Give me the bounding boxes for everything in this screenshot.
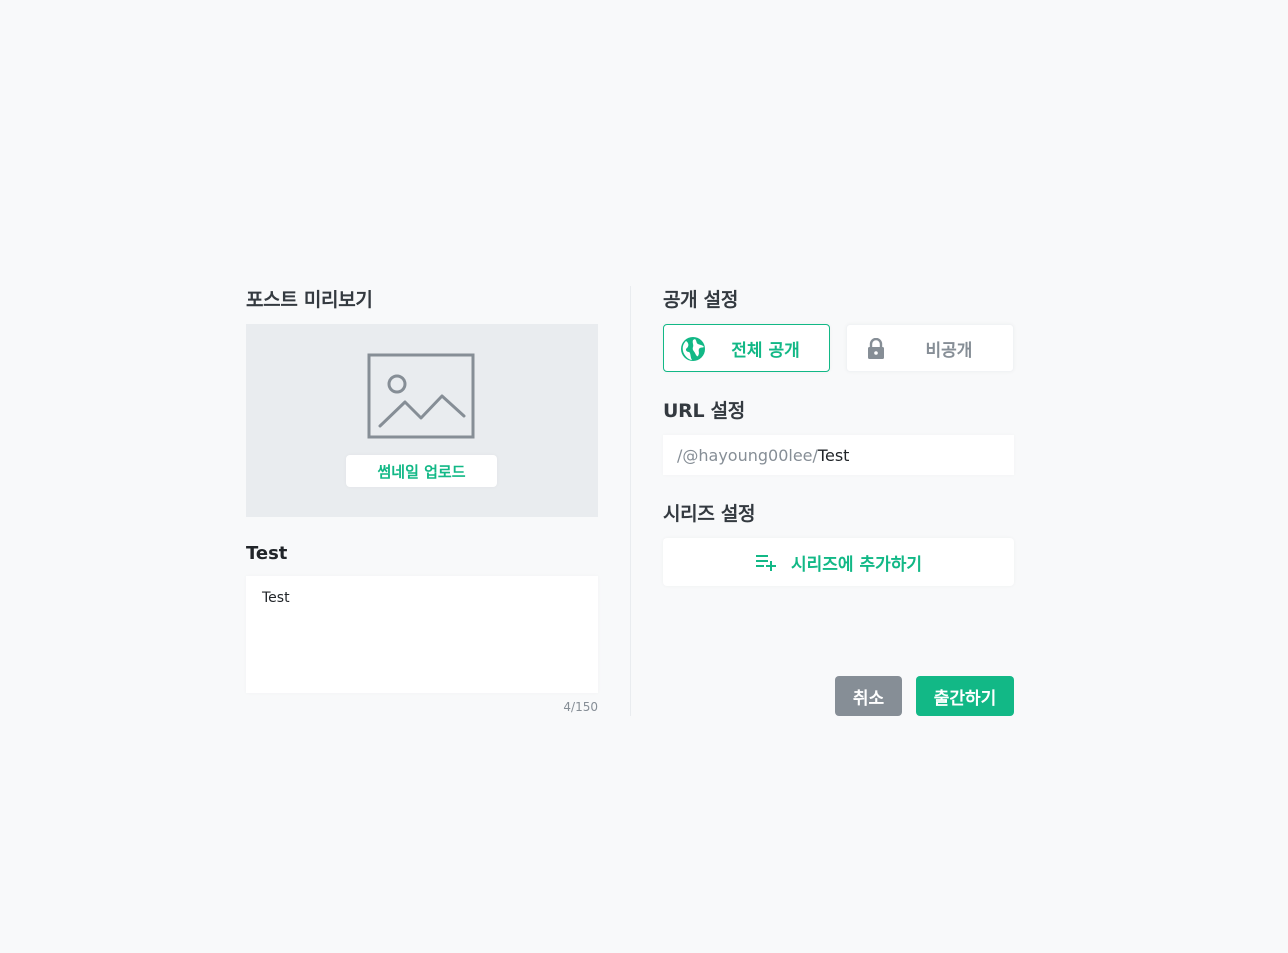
visibility-private-button[interactable]: 비공개 bbox=[846, 324, 1014, 372]
publish-button[interactable]: 출간하기 bbox=[916, 676, 1014, 716]
cancel-button[interactable]: 취소 bbox=[835, 676, 902, 716]
add-to-series-label: 시리즈에 추가하기 bbox=[790, 554, 923, 575]
thumbnail-upload-button[interactable]: 썸네일 업로드 bbox=[346, 455, 497, 487]
url-slug[interactable]: Test bbox=[818, 446, 850, 465]
globe-icon bbox=[681, 337, 705, 361]
playlist-add-icon bbox=[755, 555, 776, 571]
action-buttons: 취소 출간하기 bbox=[835, 676, 1014, 716]
add-to-series-button[interactable]: 시리즈에 추가하기 bbox=[663, 538, 1014, 586]
column-divider bbox=[630, 286, 631, 716]
visibility-public-button[interactable]: 전체 공개 bbox=[663, 324, 830, 372]
settings-section: 공개 설정 전체 공개 비공개 URL 설정 /@hayoung00lee/ T… bbox=[663, 286, 1014, 716]
url-prefix: /@hayoung00lee/ bbox=[677, 445, 818, 465]
post-preview-title: 포스트 미리보기 bbox=[246, 289, 373, 311]
image-placeholder-icon bbox=[367, 353, 475, 439]
url-input[interactable]: /@hayoung00lee/Test bbox=[663, 435, 1014, 475]
lock-icon bbox=[868, 338, 884, 359]
visibility-options: 전체 공개 비공개 bbox=[663, 324, 1014, 372]
publish-panel: 포스트 미리보기 썸네일 업로드 Test Test 4/150 공개 설정 전… bbox=[246, 286, 1014, 716]
post-title: Test bbox=[246, 543, 288, 564]
post-preview-section: 포스트 미리보기 썸네일 업로드 Test Test 4/150 bbox=[246, 286, 598, 716]
thumbnail-area[interactable]: 썸네일 업로드 bbox=[246, 324, 598, 517]
visibility-title: 공개 설정 bbox=[663, 289, 739, 311]
url-settings-title: URL 설정 bbox=[663, 400, 745, 422]
character-counter: 4/150 bbox=[563, 700, 598, 714]
series-settings-title: 시리즈 설정 bbox=[663, 503, 756, 525]
description-textarea[interactable]: Test bbox=[246, 576, 598, 693]
